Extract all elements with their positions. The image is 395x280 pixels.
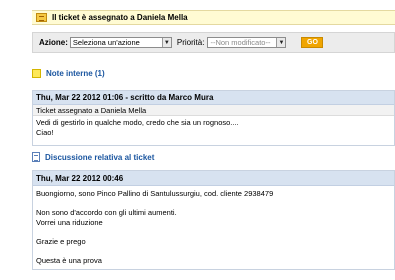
go-button[interactable]: GO	[301, 37, 324, 48]
discussion-entry-header: Thu, Mar 22 2012 00:46	[33, 171, 394, 186]
message-line	[36, 246, 391, 256]
note-line: Vedi di gestirlo in qualche modo, credo …	[36, 118, 239, 127]
message-line: Grazie e prego	[36, 236, 86, 246]
message-line: Buongiorno, sono Pinco Pallino di Santul…	[36, 189, 274, 198]
discussion-entry: Thu, Mar 22 2012 00:46 Buongiorno, sono …	[32, 170, 395, 270]
actions-bar: Azione: Seleziona un'azione ▼ Priorità: …	[32, 32, 395, 53]
azione-select[interactable]: Seleziona un'azione ▼	[69, 37, 172, 48]
priorita-select-value: --Non modificato--	[210, 38, 271, 47]
ticket-icon	[36, 13, 47, 22]
document-icon	[32, 152, 40, 162]
priorita-select[interactable]: --Non modificato-- ▼	[207, 37, 287, 48]
priorita-label: Priorità:	[176, 38, 205, 47]
discussion-title[interactable]: Discussione relativa al ticket	[45, 153, 154, 162]
azione-select-value: Seleziona un'azione	[72, 38, 140, 47]
chevron-down-icon: ▼	[161, 38, 171, 47]
message-line	[36, 199, 391, 209]
assignment-notice-text: Il ticket è assegnato a Daniela Mella	[52, 13, 188, 22]
sticky-note-icon	[32, 69, 41, 78]
message-line	[36, 227, 391, 237]
message-line: Vorrei una riduzione	[36, 217, 103, 227]
internal-notes-title[interactable]: Note interne (1)	[46, 69, 105, 78]
internal-note-header: Thu, Mar 22 2012 01:06 - scritto da Marc…	[33, 91, 394, 105]
message-line: Non sono d'accordo con gli ultimi aument…	[36, 208, 177, 217]
discussion-entry-body: Buongiorno, sono Pinco Pallino di Santul…	[33, 186, 394, 267]
internal-notes-header[interactable]: Note interne (1)	[32, 69, 105, 78]
internal-note-subheader: Ticket assegnato a Daniela Mella	[33, 105, 394, 116]
internal-note-entry: Thu, Mar 22 2012 01:06 - scritto da Marc…	[32, 90, 395, 146]
discussion-header[interactable]: Discussione relativa al ticket	[32, 152, 154, 162]
message-line: Questa è una prova	[36, 255, 102, 265]
assignment-notice: Il ticket è assegnato a Daniela Mella	[32, 10, 395, 25]
azione-label: Azione:	[39, 38, 68, 47]
chevron-down-icon: ▼	[276, 38, 286, 47]
note-line: Ciao!	[36, 127, 54, 137]
internal-note-body: Vedi di gestirlo in qualche modo, credo …	[33, 116, 394, 139]
